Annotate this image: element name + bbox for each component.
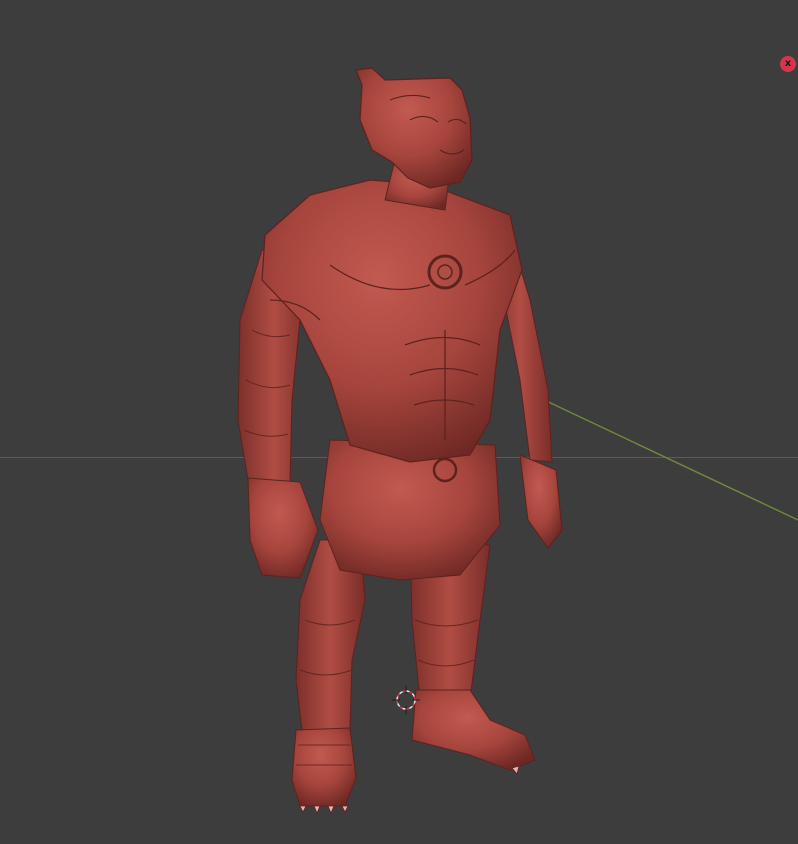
scene-svg — [237, 67, 798, 815]
close-icon[interactable]: x — [780, 56, 796, 72]
y-axis-line — [539, 397, 798, 521]
tiger-warrior-model[interactable] — [237, 67, 563, 815]
left-foot — [291, 727, 357, 807]
right-foot — [411, 689, 536, 771]
right-hand — [519, 454, 563, 549]
tiger-head — [355, 67, 473, 189]
3d-viewport[interactable]: x — [0, 0, 798, 844]
left-hand — [247, 477, 319, 579]
torso — [261, 179, 523, 463]
